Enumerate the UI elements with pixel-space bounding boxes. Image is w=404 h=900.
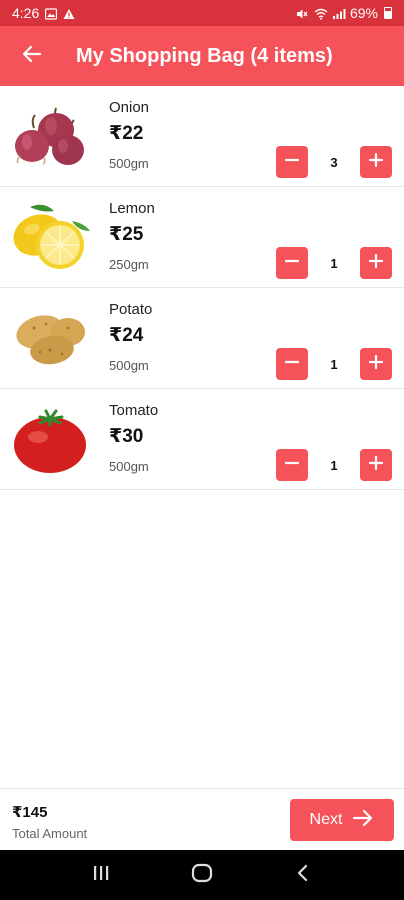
quantity-value: 1 [330,255,338,271]
lemon-image [10,201,90,273]
wifi-icon [314,7,328,20]
quantity-value: 3 [330,154,338,170]
arrow-left-icon [22,44,42,69]
decrease-button[interactable] [276,348,308,380]
status-time: 4:26 [12,5,40,21]
battery-icon [384,7,392,19]
cart-item: Tomato ₹30 500gm 1 [0,389,404,490]
back-icon [294,864,312,887]
quantity-value: 1 [330,457,338,473]
item-price: ₹22 [109,123,144,144]
status-bar: 4:26 69% [0,0,404,26]
app-bar: My Shopping Bag (4 items) [0,26,404,86]
minus-icon [284,254,300,273]
item-weight: 500gm [109,459,149,474]
item-name: Tomato [109,402,159,419]
recents-icon [92,864,110,887]
cart-item: Potato ₹24 500gm 1 [0,288,404,389]
decrease-button[interactable] [276,247,308,279]
increase-button[interactable] [360,247,392,279]
alert-icon [63,7,75,19]
total-amount-label: Total Amount [12,826,88,841]
image-icon [45,7,58,20]
checkout-bar: ₹145 Total Amount Next [0,788,404,850]
minus-icon [284,355,300,374]
item-name: Potato [109,301,153,318]
item-name: Onion [109,99,150,116]
mute-icon [296,7,308,19]
status-left: 4:26 [12,5,75,21]
home-button[interactable] [182,855,222,895]
signal-icon [332,7,346,19]
battery-percent: 69% [349,5,378,21]
decrease-button[interactable] [276,449,308,481]
plus-icon [368,253,384,273]
total-amount: ₹145 [12,804,48,821]
arrow-right-icon [352,808,374,833]
decrease-button[interactable] [276,146,308,178]
plus-icon [368,152,384,172]
quantity-value: 1 [330,356,338,372]
page-title: My Shopping Bag (4 items) [76,44,333,67]
onion-image [10,100,90,172]
item-price: ₹25 [109,224,144,245]
increase-button[interactable] [360,348,392,380]
cart-item: Onion ₹22 500gm 3 [0,86,404,187]
quantity-stepper: 1 [276,348,392,380]
system-back-button[interactable] [283,855,323,895]
cart-list: Onion ₹22 500gm 3 Lemon ₹25 250gm 1 Pota… [0,86,404,490]
item-weight: 500gm [109,358,149,373]
back-button[interactable] [16,40,48,72]
minus-icon [284,456,300,475]
quantity-stepper: 1 [276,247,392,279]
item-price: ₹24 [109,325,144,346]
recents-button[interactable] [81,855,121,895]
quantity-stepper: 1 [276,449,392,481]
cart-item: Lemon ₹25 250gm 1 [0,187,404,288]
item-name: Lemon [109,200,155,217]
tomato-image [10,403,90,475]
item-price: ₹30 [109,426,144,447]
system-nav-bar [0,850,404,900]
plus-icon [368,455,384,475]
item-weight: 250gm [109,257,149,272]
potato-image [10,302,90,374]
quantity-stepper: 3 [276,146,392,178]
minus-icon [284,153,300,172]
item-weight: 500gm [109,156,149,171]
next-button[interactable]: Next [290,799,394,841]
home-icon [191,862,213,889]
increase-button[interactable] [360,449,392,481]
status-right: 69% [296,5,392,21]
increase-button[interactable] [360,146,392,178]
plus-icon [368,354,384,374]
next-button-label: Next [309,811,343,828]
